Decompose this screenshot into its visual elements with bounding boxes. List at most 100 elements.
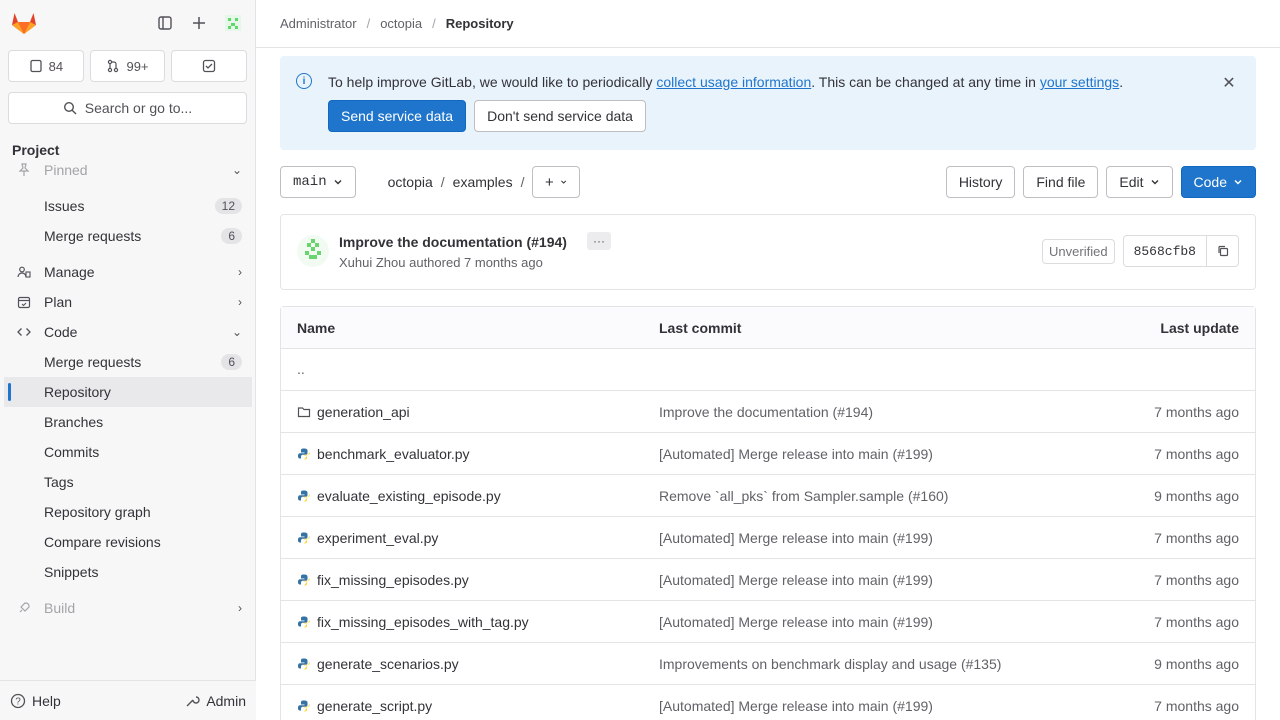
sidebar-item-label: Manage xyxy=(44,264,95,280)
help-button[interactable]: ? Help xyxy=(10,693,61,709)
file-name-link[interactable]: fix_missing_episodes.py xyxy=(297,572,469,588)
file-name-link[interactable]: generation_api xyxy=(297,404,410,420)
sidebar-item-compare-revisions[interactable]: Compare revisions xyxy=(4,527,252,557)
create-new-icon[interactable] xyxy=(185,9,213,37)
sidebar-toggle-icon[interactable] xyxy=(151,9,179,37)
sidebar-item-merge-requests[interactable]: Merge requests 6 xyxy=(4,221,252,251)
your-settings-link[interactable]: your settings xyxy=(1040,74,1119,90)
signature-status-badge[interactable]: Unverified xyxy=(1042,238,1115,264)
last-update-time: 7 months ago xyxy=(1154,403,1239,420)
sidebar-item-label: Tags xyxy=(44,474,74,490)
sidebar-item-tags[interactable]: Tags xyxy=(4,467,252,497)
breadcrumb-item-user[interactable]: Administrator xyxy=(280,16,357,31)
sidebar-item-manage[interactable]: Manage › xyxy=(4,257,252,287)
dont-send-service-data-button[interactable]: Don't send service data xyxy=(474,100,646,132)
sidebar-item-label: Code xyxy=(44,324,78,340)
breadcrumb-separator: / xyxy=(366,16,371,31)
table-row[interactable]: experiment_eval.py [Automated] Merge rele… xyxy=(281,517,1255,559)
sidebar-item-branches[interactable]: Branches xyxy=(4,407,252,437)
last-update-time: 9 months ago xyxy=(1154,655,1239,672)
user-avatar[interactable] xyxy=(219,9,247,37)
author-avatar[interactable] xyxy=(297,235,329,267)
last-commit-link[interactable]: [Automated] Merge release into main (#19… xyxy=(659,698,933,714)
close-icon[interactable]: ✕ xyxy=(1218,72,1240,94)
breadcrumb-item-current[interactable]: Repository xyxy=(446,16,514,31)
table-row[interactable]: generation_api Improve the documentation … xyxy=(281,391,1255,433)
table-row[interactable]: evaluate_existing_episode.py Remove `all_… xyxy=(281,475,1255,517)
sidebar-item-code[interactable]: Code ⌄ xyxy=(4,317,252,347)
sidebar-item-build[interactable]: Build › xyxy=(4,593,252,623)
issue-icon xyxy=(29,59,42,73)
repository-toolbar: main octopia / examples / History Find f… xyxy=(280,166,1256,198)
sidebar-item-issues[interactable]: Issues 12 xyxy=(4,191,252,221)
table-row[interactable]: generate_scenarios.py Improvements on ben… xyxy=(281,643,1255,685)
last-commit-link[interactable]: Remove `all_pks` from Sampler.sample (#1… xyxy=(659,488,948,504)
file-name-text: fix_missing_episodes_with_tag.py xyxy=(317,613,529,630)
todo-icon xyxy=(203,59,216,73)
file-name-link[interactable]: generate_script.py xyxy=(297,698,432,714)
branch-selector[interactable]: main xyxy=(280,166,356,198)
edit-button[interactable]: Edit xyxy=(1106,166,1173,198)
code-button[interactable]: Code xyxy=(1180,166,1256,198)
path-project-link[interactable]: octopia xyxy=(388,174,433,190)
last-commit-link[interactable]: [Automated] Merge release into main (#19… xyxy=(659,530,933,546)
sidebar-item-label: Repository xyxy=(44,384,111,400)
gitlab-logo[interactable] xyxy=(8,7,40,39)
send-service-data-button[interactable]: Send service data xyxy=(328,100,467,132)
table-row[interactable]: fix_missing_episodes_with_tag.py [Automat… xyxy=(281,601,1255,643)
collect-usage-link[interactable]: collect usage information xyxy=(656,74,811,90)
last-commit-link[interactable]: [Automated] Merge release into main (#19… xyxy=(659,446,933,462)
sidebar-item-label: Compare revisions xyxy=(44,534,161,550)
parent-directory-row[interactable]: .. xyxy=(281,349,1255,391)
search-icon xyxy=(63,101,77,115)
admin-icon xyxy=(186,695,200,706)
commit-title-link[interactable]: Improve the documentation (#194) xyxy=(339,234,567,250)
file-tree-table: Name Last commit Last update .. generati… xyxy=(280,306,1256,720)
file-name-link[interactable]: benchmark_evaluator.py xyxy=(297,446,470,462)
last-commit-link[interactable]: [Automated] Merge release into main (#19… xyxy=(659,572,933,588)
calendar-icon xyxy=(16,294,32,310)
table-row[interactable]: generate_script.py [Automated] Merge rele… xyxy=(281,685,1255,720)
sidebar-item-merge-requests[interactable]: Merge requests 6 xyxy=(4,347,252,377)
copy-sha-button[interactable] xyxy=(1207,235,1239,267)
sidebar-item-commits[interactable]: Commits xyxy=(4,437,252,467)
expand-commit-description-button[interactable]: ··· xyxy=(587,232,611,250)
add-to-tree-button[interactable] xyxy=(532,166,581,198)
sidebar-item-label: Build xyxy=(44,600,76,616)
last-update-time: 7 months ago xyxy=(1154,445,1239,462)
code-label: Code xyxy=(1193,174,1227,190)
chevron-down-icon xyxy=(561,180,567,184)
file-name-link[interactable]: evaluate_existing_episode.py xyxy=(297,488,501,504)
parent-directory-link[interactable]: .. xyxy=(297,361,305,377)
sidebar-item-repository-graph[interactable]: Repository graph xyxy=(4,497,252,527)
sidebar-item-plan[interactable]: Plan › xyxy=(4,287,252,317)
last-commit-link[interactable]: Improve the documentation (#194) xyxy=(659,404,873,420)
file-name-link[interactable]: generate_scenarios.py xyxy=(297,656,459,672)
alert-text-start: To help improve GitLab, we would like to… xyxy=(328,74,657,90)
search-button[interactable]: Search or go to... xyxy=(8,92,247,124)
sidebar-item-snippets[interactable]: Snippets xyxy=(4,557,252,587)
file-name-link[interactable]: fix_missing_episodes_with_tag.py xyxy=(297,614,529,630)
merge-requests-count-button[interactable]: 99+ xyxy=(89,50,166,82)
assigned-issues-button[interactable]: 84 xyxy=(8,50,84,82)
rocket-icon xyxy=(16,600,32,616)
admin-button[interactable]: Admin xyxy=(184,693,246,709)
breadcrumb: Administrator / octopia / Repository xyxy=(256,0,1280,48)
breadcrumb-item-project[interactable]: octopia xyxy=(380,16,422,31)
sidebar-item-label: Snippets xyxy=(44,564,99,580)
file-name-link[interactable]: experiment_eval.py xyxy=(297,530,438,546)
plus-icon xyxy=(546,178,554,186)
help-icon: ? xyxy=(10,693,26,708)
column-header-last-update: Last update xyxy=(1160,319,1239,336)
last-commit-link[interactable]: [Automated] Merge release into main (#19… xyxy=(659,614,933,630)
find-file-button[interactable]: Find file xyxy=(1023,166,1099,198)
last-commit-link[interactable]: Improvements on benchmark display and us… xyxy=(659,656,1001,672)
table-row[interactable]: benchmark_evaluator.py [Automated] Merge … xyxy=(281,433,1255,475)
table-row[interactable]: fix_missing_episodes.py [Automated] Merge… xyxy=(281,559,1255,601)
pin-icon xyxy=(16,162,32,178)
sidebar-item-repository[interactable]: Repository xyxy=(4,377,252,407)
todo-list-button[interactable] xyxy=(171,50,248,82)
history-button[interactable]: History xyxy=(945,166,1016,198)
path-folder-link[interactable]: examples xyxy=(453,174,513,190)
sidebar-item-pinned[interactable]: Pinned ⌄ xyxy=(4,155,252,185)
